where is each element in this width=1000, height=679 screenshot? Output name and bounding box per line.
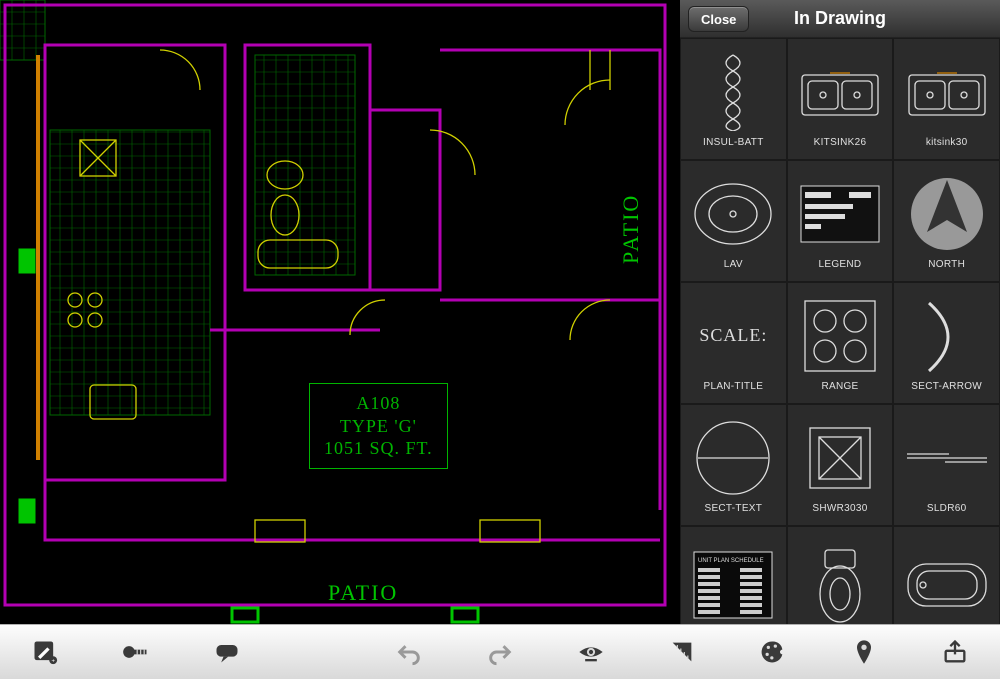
scale-text: SCALE:: [699, 325, 767, 346]
north-icon: [904, 173, 990, 255]
insul-icon: [690, 51, 776, 133]
block-cell-RANGE[interactable]: RANGE: [787, 282, 894, 404]
plan-title-box: A108 TYPE 'G' 1051 SQ. FT.: [309, 383, 448, 469]
close-button[interactable]: Close: [688, 6, 749, 32]
block-cell-schedule[interactable]: UNIT PLAN SCHEDULE: [680, 526, 787, 624]
toilet-icon: [797, 544, 883, 624]
block-cell-LAV[interactable]: LAV: [680, 160, 787, 282]
block-label: SLDR60: [927, 503, 967, 514]
floor-plan-svg: [0, 0, 680, 624]
svg-text:+: +: [52, 659, 56, 665]
patio-label-right: PATIO: [618, 194, 644, 264]
draw-tool-button[interactable]: +: [23, 630, 67, 674]
redo-button[interactable]: [478, 630, 522, 674]
block-label: NORTH: [928, 259, 965, 270]
block-label: SECT-ARROW: [911, 381, 982, 392]
patio-label-bottom: PATIO: [328, 580, 398, 606]
annotation-tool-button[interactable]: [205, 630, 249, 674]
tub-icon: [904, 544, 990, 624]
block-cell-kitsink30[interactable]: kitsink30: [893, 38, 1000, 160]
block-cell-SHWR3030[interactable]: SHWR3030: [787, 404, 894, 526]
shwr-icon: [797, 417, 883, 499]
undo-button[interactable]: [387, 630, 431, 674]
block-label: RANGE: [821, 381, 858, 392]
plan-type: TYPE 'G': [324, 415, 433, 438]
block-cell-tub[interactable]: [893, 526, 1000, 624]
block-cell-SECT-TEXT[interactable]: SECT-TEXT: [680, 404, 787, 526]
block-label: KITSINK26: [814, 137, 867, 148]
block-cell-KITSINK26[interactable]: KITSINK26: [787, 38, 894, 160]
kitsink2-icon: [797, 51, 883, 133]
svg-text:UNIT PLAN SCHEDULE: UNIT PLAN SCHEDULE: [698, 558, 764, 564]
plan-id: A108: [324, 392, 433, 415]
scale-icon: SCALE:: [690, 295, 776, 377]
sldr-icon: [904, 417, 990, 499]
block-cell-PLAN-TITLE[interactable]: SCALE: PLAN-TITLE: [680, 282, 787, 404]
block-cell-toilet[interactable]: [787, 526, 894, 624]
plan-area: 1051 SQ. FT.: [324, 437, 433, 460]
layers-button[interactable]: [296, 630, 340, 674]
block-label: PLAN-TITLE: [703, 381, 763, 392]
block-cell-NORTH[interactable]: NORTH: [893, 160, 1000, 282]
block-label: kitsink30: [926, 137, 968, 148]
panel-header: Close In Drawing: [680, 0, 1000, 38]
block-cell-LEGEND[interactable]: LEGEND: [787, 160, 894, 282]
block-label: LAV: [724, 259, 743, 270]
block-label: INSUL-BATT: [703, 137, 764, 148]
range-icon: [797, 295, 883, 377]
sectarrow-icon: [904, 295, 990, 377]
block-library-panel: Close In Drawing INSUL-BATT KITSINK26 kits…: [680, 0, 1000, 624]
secttext-icon: [690, 417, 776, 499]
color-palette-button[interactable]: [751, 630, 795, 674]
lav-icon: [690, 173, 776, 255]
snap-settings-button[interactable]: [660, 630, 704, 674]
block-label: SECT-TEXT: [704, 503, 762, 514]
kitsink2-icon: [904, 51, 990, 133]
share-button[interactable]: [933, 630, 977, 674]
location-pin-button[interactable]: [842, 630, 886, 674]
view-modes-button[interactable]: [569, 630, 613, 674]
block-cell-SLDR60[interactable]: SLDR60: [893, 404, 1000, 526]
bottom-toolbar: +: [0, 624, 1000, 679]
legend-icon: [797, 173, 883, 255]
block-label: SHWR3030: [812, 503, 867, 514]
block-label: LEGEND: [819, 259, 862, 270]
measure-tool-button[interactable]: [114, 630, 158, 674]
block-cell-INSUL-BATT[interactable]: INSUL-BATT: [680, 38, 787, 160]
block-grid[interactable]: INSUL-BATT KITSINK26 kitsink30 LAV LEGEND NOR…: [680, 38, 1000, 624]
block-cell-SECT-ARROW[interactable]: SECT-ARROW: [893, 282, 1000, 404]
schedule-icon: UNIT PLAN SCHEDULE: [690, 544, 776, 624]
